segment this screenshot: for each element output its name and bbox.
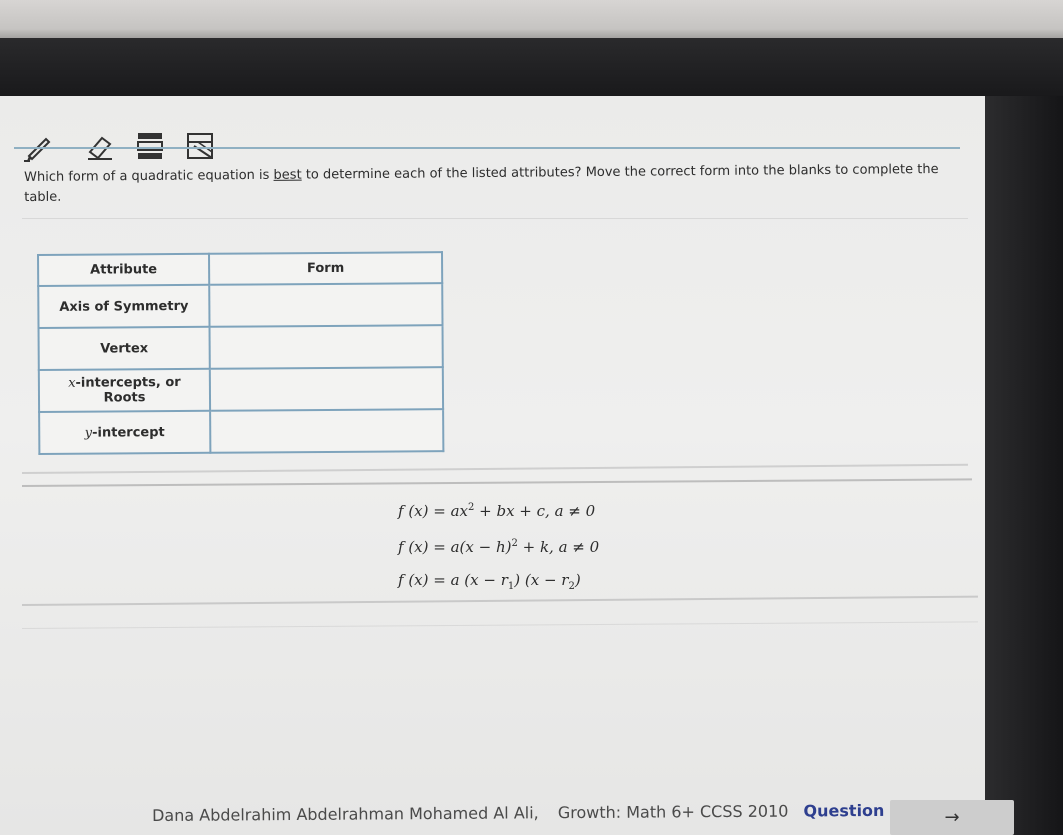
attribute-label-y-intercept: -intercept [92, 424, 165, 441]
form-header: Form [209, 252, 443, 285]
monitor-bezel-right [985, 96, 1063, 835]
reference-sheet-icon [187, 133, 213, 159]
form-drop-blank-vertex[interactable] [209, 325, 443, 369]
vertex-form-rhs: + k, a ≠ 0 [517, 538, 600, 556]
highlighter-icon [137, 133, 163, 159]
attribute-label-x-intercepts: -intercepts, or Roots [75, 375, 181, 406]
reference-sheet-tool[interactable] [184, 130, 216, 162]
arrow-right-icon: → [944, 807, 960, 828]
answer-bank: f (x) = ax2 + bx + c, a ≠ 0 f (x) = a(x … [398, 492, 698, 600]
factored-form-part3: ) [574, 571, 581, 589]
attribute-variable-x: x [68, 375, 76, 391]
draggable-factored-form[interactable]: f (x) = a (x − r1) (x − r2) [398, 564, 698, 600]
attribute-cell-y-intercept: y-intercept [39, 410, 211, 454]
question-emphasis: best [273, 167, 302, 183]
form-drop-blank-axis-of-symmetry[interactable] [209, 283, 443, 327]
attribute-form-table: Attribute Form Axis of Symmetry Vertex x… [37, 251, 445, 455]
factored-form-part1: f (x) = a (x − r [398, 571, 508, 589]
eraser-tool[interactable] [84, 130, 116, 162]
question-text-part1: Which form of a quadratic equation is [24, 167, 274, 185]
attribute-header: Attribute [38, 253, 210, 286]
form-drop-blank-y-intercept[interactable] [210, 409, 444, 453]
attribute-cell-vertex: Vertex [38, 326, 210, 370]
student-name: Dana Abdelrahim Abdelrahman Mohamed Al A… [152, 803, 539, 825]
standard-form-lhs: f (x) = ax [398, 502, 468, 520]
pencil-tool[interactable] [24, 130, 56, 162]
eraser-icon [88, 136, 112, 160]
attribute-cell-axis-of-symmetry: Axis of Symmetry [38, 284, 210, 328]
next-button[interactable]: → [890, 800, 1014, 835]
table-header-row: Attribute Form [38, 252, 443, 286]
question-number-label: Question # [803, 800, 904, 821]
table-row: y-intercept [39, 409, 444, 454]
question-text: Which form of a quadratic equation is be… [24, 160, 954, 208]
highlighter-tool[interactable] [134, 130, 166, 162]
pencil-icon [24, 137, 51, 162]
form-drop-blank-x-intercepts[interactable] [209, 367, 444, 411]
standard-form-rhs: + bx + c, a ≠ 0 [474, 502, 596, 520]
factored-form-part2: ) (x − r [514, 571, 569, 589]
attribute-cell-x-intercepts: x-intercepts, or Roots [38, 368, 211, 412]
course-name: Growth: Math 6+ CCSS 2010 [557, 801, 789, 823]
draggable-vertex-form[interactable]: f (x) = a(x − h)2 + k, a ≠ 0 [398, 528, 698, 564]
table-row: Vertex [38, 325, 443, 370]
monitor-bezel-top [0, 38, 1063, 100]
table-row: x-intercepts, or Roots [38, 367, 444, 412]
toolbar-divider [14, 147, 960, 149]
attribute-variable-y: y [84, 425, 93, 441]
draggable-standard-form[interactable]: f (x) = ax2 + bx + c, a ≠ 0 [398, 492, 698, 528]
table-row: Axis of Symmetry [38, 283, 443, 328]
vertex-form-lhs: f (x) = a(x − h) [398, 538, 512, 556]
